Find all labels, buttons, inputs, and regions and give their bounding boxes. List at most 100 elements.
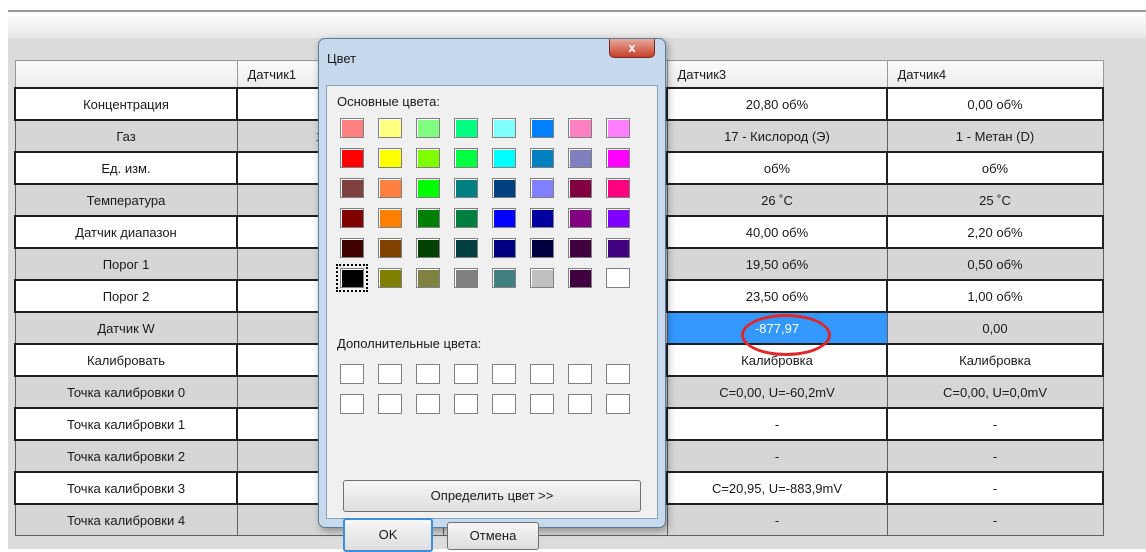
color-swatch[interactable]: [492, 178, 516, 198]
color-swatch[interactable]: [568, 238, 592, 258]
color-swatch[interactable]: [606, 238, 630, 258]
color-swatch[interactable]: [416, 238, 440, 258]
cell[interactable]: 40,00 об%: [666, 215, 888, 249]
custom-color-swatch[interactable]: [530, 394, 554, 414]
color-swatch[interactable]: [340, 148, 364, 168]
custom-color-swatch[interactable]: [378, 364, 402, 384]
color-swatch[interactable]: [568, 268, 592, 288]
cell[interactable]: 17 - Кислород (Э): [666, 119, 888, 153]
color-swatch[interactable]: [492, 118, 516, 138]
color-swatch[interactable]: [416, 148, 440, 168]
cell[interactable]: 23,50 об%: [666, 279, 888, 313]
color-swatch[interactable]: [378, 268, 402, 288]
custom-color-swatch[interactable]: [378, 394, 402, 414]
custom-color-swatch[interactable]: [568, 394, 592, 414]
cell[interactable]: 0,00: [886, 311, 1104, 345]
cancel-button[interactable]: Отмена: [447, 522, 539, 550]
color-swatch[interactable]: [416, 178, 440, 198]
color-swatch[interactable]: [454, 178, 478, 198]
cell[interactable]: -: [666, 407, 888, 441]
cell[interactable]: -: [666, 439, 888, 473]
color-swatch[interactable]: [530, 238, 554, 258]
close-button[interactable]: x: [609, 39, 655, 58]
color-swatch[interactable]: [568, 178, 592, 198]
row-label: Газ: [14, 119, 238, 153]
cell[interactable]: 0,00 об%: [886, 87, 1104, 121]
custom-color-swatch[interactable]: [568, 364, 592, 384]
color-swatch[interactable]: [568, 118, 592, 138]
cell[interactable]: C=0,00, U=-60,2mV: [666, 375, 888, 409]
color-swatch[interactable]: [492, 208, 516, 228]
color-swatch[interactable]: [530, 268, 554, 288]
color-swatch[interactable]: [378, 208, 402, 228]
custom-color-swatch[interactable]: [340, 394, 364, 414]
cell[interactable]: 1,00 об%: [886, 279, 1104, 313]
header-sensor4[interactable]: Датчик4: [886, 60, 1104, 89]
custom-color-swatch[interactable]: [530, 364, 554, 384]
cell[interactable]: C=0,00, U=0,0mV: [886, 375, 1104, 409]
cell[interactable]: об%: [666, 151, 888, 185]
color-swatch[interactable]: [530, 178, 554, 198]
cell[interactable]: C=20,95, U=-883,9mV: [666, 471, 888, 505]
color-swatch[interactable]: [336, 264, 368, 292]
color-swatch[interactable]: [378, 118, 402, 138]
custom-color-swatch[interactable]: [492, 394, 516, 414]
cell[interactable]: 0,50 об%: [886, 247, 1104, 281]
cell[interactable]: 26 ˚C: [666, 183, 888, 217]
color-swatch[interactable]: [492, 238, 516, 258]
color-swatch[interactable]: [416, 208, 440, 228]
ok-button[interactable]: OK: [343, 518, 433, 552]
cell[interactable]: 25 ˚C: [886, 183, 1104, 217]
color-swatch[interactable]: [454, 238, 478, 258]
custom-color-swatch[interactable]: [340, 364, 364, 384]
color-swatch[interactable]: [492, 268, 516, 288]
custom-color-swatch[interactable]: [606, 364, 630, 384]
selected-cell[interactable]: -877,97: [666, 311, 888, 345]
color-swatch[interactable]: [606, 118, 630, 138]
color-swatch[interactable]: [378, 238, 402, 258]
color-swatch[interactable]: [340, 238, 364, 258]
color-swatch[interactable]: [530, 208, 554, 228]
color-swatch[interactable]: [454, 148, 478, 168]
color-swatch[interactable]: [378, 178, 402, 198]
color-swatch[interactable]: [454, 268, 478, 288]
cell[interactable]: -: [886, 471, 1104, 505]
color-swatch[interactable]: [454, 208, 478, 228]
custom-color-swatch[interactable]: [492, 364, 516, 384]
color-swatch[interactable]: [568, 148, 592, 168]
custom-color-swatch[interactable]: [454, 394, 478, 414]
color-swatch[interactable]: [454, 118, 478, 138]
color-swatch[interactable]: [340, 118, 364, 138]
custom-color-swatch[interactable]: [606, 394, 630, 414]
color-swatch[interactable]: [378, 148, 402, 168]
calibrate-button[interactable]: Калибровка: [886, 343, 1104, 377]
cell[interactable]: 20,80 об%: [666, 87, 888, 121]
custom-color-swatch[interactable]: [454, 364, 478, 384]
custom-color-swatch[interactable]: [416, 394, 440, 414]
custom-color-swatch[interactable]: [416, 364, 440, 384]
define-color-button[interactable]: Определить цвет >>: [343, 480, 641, 512]
color-swatch[interactable]: [492, 148, 516, 168]
cell[interactable]: -: [886, 407, 1104, 441]
cell[interactable]: -: [666, 503, 888, 536]
color-swatch[interactable]: [416, 118, 440, 138]
color-swatch[interactable]: [340, 208, 364, 228]
color-swatch[interactable]: [606, 268, 630, 288]
row-label: Датчик диапазон: [14, 215, 238, 249]
color-swatch[interactable]: [530, 118, 554, 138]
color-swatch[interactable]: [416, 268, 440, 288]
cell[interactable]: -: [886, 503, 1104, 536]
color-swatch[interactable]: [530, 148, 554, 168]
color-swatch[interactable]: [606, 208, 630, 228]
color-swatch[interactable]: [606, 148, 630, 168]
cell[interactable]: 1 - Метан (D): [886, 119, 1104, 153]
calibrate-button[interactable]: Калибровка: [666, 343, 888, 377]
color-swatch[interactable]: [340, 178, 364, 198]
cell[interactable]: 2,20 об%: [886, 215, 1104, 249]
color-swatch[interactable]: [606, 178, 630, 198]
cell[interactable]: 19,50 об%: [666, 247, 888, 281]
header-sensor3[interactable]: Датчик3: [666, 60, 888, 89]
cell[interactable]: об%: [886, 151, 1104, 185]
color-swatch[interactable]: [568, 208, 592, 228]
cell[interactable]: -: [886, 439, 1104, 473]
